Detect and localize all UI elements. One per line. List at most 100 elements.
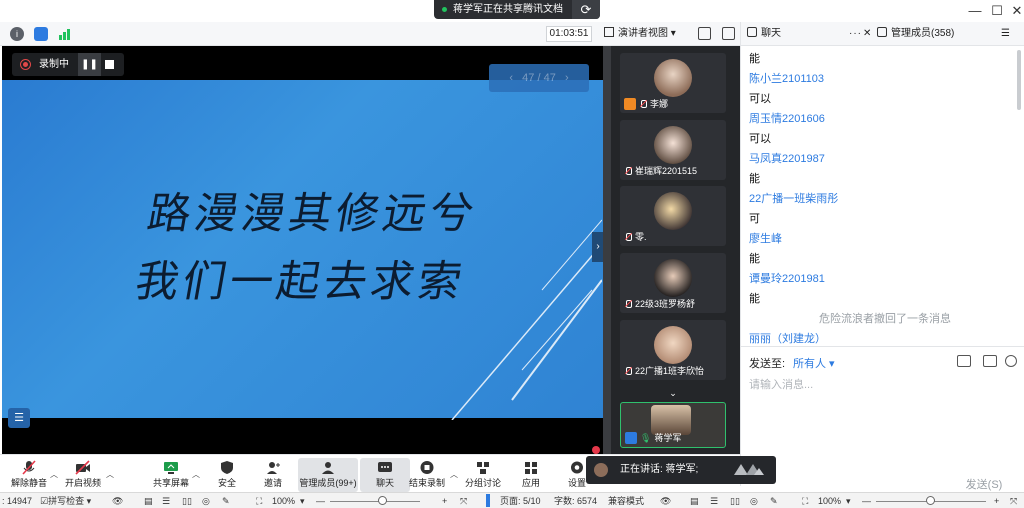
- participant-tile[interactable]: 22广播1班李欣怡: [620, 320, 726, 380]
- zoom-slider-knob[interactable]: [378, 496, 387, 505]
- chat-sender[interactable]: 廖生峰: [749, 230, 782, 246]
- sidebar-toggle-icon[interactable]: [722, 27, 735, 40]
- fullscreen-icon[interactable]: [698, 27, 711, 40]
- strip-divider[interactable]: [603, 46, 611, 454]
- prev-page-icon[interactable]: ‹: [509, 72, 513, 84]
- status-code: : 14947: [2, 496, 33, 506]
- chat-sender[interactable]: 丽丽（刘建龙）: [749, 330, 826, 346]
- maximize-icon[interactable]: ☐: [986, 2, 1008, 20]
- info-icon[interactable]: i: [10, 27, 24, 41]
- user-select-icon[interactable]: [1005, 355, 1017, 367]
- chat-sender[interactable]: 22广播一班柴雨彤: [749, 190, 838, 206]
- web-view-icon[interactable]: ◎: [202, 495, 210, 507]
- avatar: [654, 126, 692, 164]
- participant-tile[interactable]: 李娜: [620, 53, 726, 113]
- tab-members[interactable]: 管理成员(358): [877, 22, 954, 46]
- avatar: [654, 259, 692, 297]
- spell-check[interactable]: ☑拼写检查 ▾: [40, 495, 91, 507]
- members-tab-icon: [877, 27, 887, 37]
- chevron-up-icon[interactable]: ︿: [106, 469, 114, 480]
- zoom-fit-icon[interactable]: ⛶: [256, 495, 262, 507]
- breakout-icon: [475, 460, 491, 475]
- eye-icon[interactable]: 👁: [660, 495, 671, 507]
- chevron-up-icon[interactable]: ︿: [50, 469, 58, 480]
- view-mode-select[interactable]: 演讲者视图 ▾: [604, 26, 686, 42]
- page-count[interactable]: 页面: 5/10: [500, 495, 541, 507]
- pause-recording-button[interactable]: ❚❚: [78, 53, 101, 76]
- list-view-icon[interactable]: ☰: [710, 495, 718, 507]
- list-view-icon[interactable]: ☰: [162, 495, 170, 507]
- control-breakout-button[interactable]: 分组讨论: [458, 458, 508, 492]
- participant-name: 22广播1班李欣怡: [635, 366, 705, 376]
- control-microphone-muted-button[interactable]: 解除静音: [4, 458, 54, 492]
- chat-message-list[interactable]: 能陈小兰2101103 可以 周玉情2201606 可以 马凤真2201987 能 22广播…: [741, 46, 1024, 364]
- zoom-in-icon[interactable]: +: [994, 495, 999, 507]
- chat-sender[interactable]: 谭曼玲2201981: [749, 270, 825, 286]
- zoom-out-icon[interactable]: —: [862, 495, 871, 507]
- control-invite-user-button[interactable]: 邀请: [248, 458, 298, 492]
- zoom-out-icon[interactable]: —: [316, 495, 325, 507]
- participant-tile[interactable]: 零.: [620, 186, 726, 246]
- participant-tile[interactable]: 22级3班罗杨舒: [620, 253, 726, 313]
- folder-icon[interactable]: [957, 355, 971, 367]
- fit-page-icon[interactable]: ⤧: [1010, 495, 1017, 507]
- more-options-icon[interactable]: ···: [849, 22, 862, 46]
- refresh-icon[interactable]: ⟳: [572, 0, 600, 19]
- web-view-icon[interactable]: ◎: [750, 495, 758, 507]
- control-stop-record-button[interactable]: 结束录制: [402, 458, 452, 492]
- control-label: 安全: [217, 478, 236, 488]
- pen-icon[interactable]: ✎: [770, 495, 778, 507]
- next-page-icon[interactable]: ›: [565, 72, 569, 84]
- chat-sender[interactable]: 马凤真2201987: [749, 150, 825, 166]
- participant-tile[interactable]: 崔瑞辉2201515: [620, 120, 726, 180]
- zoom-slider-knob[interactable]: [926, 496, 935, 505]
- participant-tile-active[interactable]: 🎙 蒋学军: [620, 402, 726, 448]
- recording-indicator: 录制中 ❚❚: [12, 53, 124, 76]
- avatar: [654, 192, 692, 230]
- chevron-up-icon[interactable]: ︿: [450, 469, 458, 480]
- page-view-icon[interactable]: ▤: [690, 495, 699, 507]
- control-members-button[interactable]: 管理成员(99+): [298, 458, 358, 492]
- book-view-icon[interactable]: ▯▯: [730, 495, 740, 507]
- chat-sender[interactable]: 周玉情2201606: [749, 110, 825, 126]
- close-icon[interactable]: ✕: [1006, 2, 1024, 20]
- send-to-select[interactable]: 所有人 ▾: [793, 355, 835, 371]
- slide-page-navigator[interactable]: ‹ 47 / 47 ›: [489, 64, 589, 92]
- minimize-icon[interactable]: —: [964, 2, 986, 20]
- zoom-fit-icon[interactable]: ⛶: [802, 495, 808, 507]
- mic-muted-icon: [639, 100, 647, 108]
- chat-sender[interactable]: 陈小兰2101103: [749, 70, 824, 86]
- pen-icon[interactable]: ✎: [222, 495, 230, 507]
- control-shield-button[interactable]: 安全: [202, 458, 252, 492]
- network-signal-icon[interactable]: [58, 27, 72, 41]
- hamburger-menu-icon[interactable]: ☰: [1001, 22, 1010, 46]
- tab-chat[interactable]: 聊天: [747, 22, 781, 46]
- control-apps-button[interactable]: 应用: [506, 458, 556, 492]
- zoom-dropdown-icon[interactable]: ▾: [300, 495, 305, 507]
- book-view-icon[interactable]: ▯▯: [182, 495, 192, 507]
- chat-message: 能: [749, 173, 760, 185]
- zoom-level-left[interactable]: 100%: [272, 495, 295, 507]
- chat-input[interactable]: [749, 373, 1015, 397]
- control-label: 邀请: [263, 478, 282, 488]
- chat-scrollbar[interactable]: [1017, 50, 1021, 110]
- collapse-strip-icon[interactable]: ›: [592, 232, 603, 262]
- security-shield-icon[interactable]: [34, 27, 48, 41]
- control-camera-off-button[interactable]: 开启视频: [58, 458, 108, 492]
- close-tab-icon[interactable]: ✕: [863, 22, 871, 46]
- page-view-icon[interactable]: ▤: [144, 495, 153, 507]
- slide-menu-icon[interactable]: ☰: [8, 408, 30, 428]
- zoom-in-icon[interactable]: +: [442, 495, 447, 507]
- zoom-slider-left[interactable]: [330, 501, 420, 502]
- screenshot-icon[interactable]: [983, 355, 997, 367]
- fit-page-icon[interactable]: ⤧: [460, 495, 467, 507]
- word-count[interactable]: 字数: 6574: [554, 495, 597, 507]
- chevron-down-icon[interactable]: ⌄: [620, 388, 726, 402]
- stop-recording-button[interactable]: [105, 60, 114, 69]
- zoom-level-right[interactable]: 100%: [818, 495, 841, 507]
- eye-icon[interactable]: 👁: [112, 495, 123, 507]
- zoom-dropdown-icon[interactable]: ▾: [846, 495, 851, 507]
- control-share-screen-button[interactable]: 共享屏幕: [146, 458, 196, 492]
- chevron-up-icon[interactable]: ︿: [192, 469, 200, 480]
- view-mode-label: 演讲者视图: [618, 28, 668, 39]
